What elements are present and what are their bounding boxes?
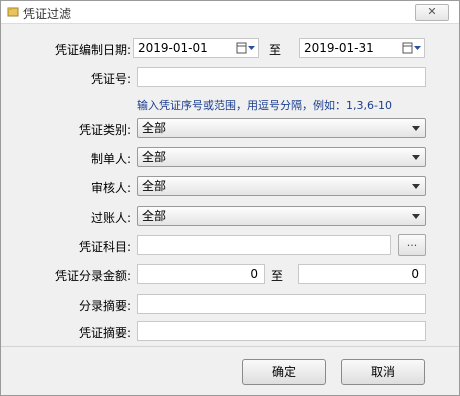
amount-to-input[interactable]: 0 [298,264,426,284]
reviewer-select[interactable]: 全部 [137,176,426,196]
chevron-down-icon [412,155,420,160]
calendar-dropdown-icon[interactable] [236,41,256,55]
voucher-type-label: 凭证类别: [78,123,131,137]
title-bar: 凭证过滤 ✕ [1,1,459,24]
date-from-field[interactable]: 2019-01-01 [133,38,259,58]
close-button[interactable]: ✕ [415,4,449,21]
voucher-no-input[interactable] [137,67,426,87]
chevron-down-icon [412,214,420,219]
ellipsis-icon: ... [406,236,418,249]
voucher-no-label: 凭证号: [90,72,131,86]
date-range-label: 凭证编制日期: [54,43,131,57]
chevron-down-icon [412,184,420,189]
poster-label: 过账人: [90,211,131,225]
close-icon: ✕ [427,5,437,18]
filter-dialog: 凭证过滤 ✕ 凭证编制日期: 2019-01-01 至 2019-01-31 凭… [0,0,460,396]
dialog-title: 凭证过滤 [23,7,72,21]
voucher-summary-input[interactable] [137,321,426,341]
reviewer-value: 全部 [142,179,167,193]
date-from-value: 2019-01-01 [138,41,208,55]
chevron-down-icon [412,126,420,131]
amount-to-value: 0 [411,267,419,281]
reviewer-label: 审核人: [90,181,131,195]
subject-label: 凭证科目: [78,240,131,254]
entry-summary-input[interactable] [137,294,426,314]
date-to-value: 2019-01-31 [304,41,374,55]
amount-range-label: 凭证分录金额: [54,269,131,283]
cancel-button[interactable]: 取消 [341,359,425,385]
amount-from-value: 0 [250,267,258,281]
entry-summary-label: 分录摘要: [78,299,131,313]
amount-to-label: 至 [271,269,284,283]
preparer-label: 制单人: [90,152,131,166]
ok-button[interactable]: 确定 [242,359,326,385]
amount-from-input[interactable]: 0 [137,264,265,284]
app-icon [7,7,19,17]
voucher-type-value: 全部 [142,121,167,135]
calendar-dropdown-icon[interactable] [402,41,422,55]
subject-browse-button[interactable]: ... [398,234,426,256]
voucher-summary-label: 凭证摘要: [78,326,131,340]
preparer-select[interactable]: 全部 [137,147,426,167]
poster-value: 全部 [142,209,167,223]
poster-select[interactable]: 全部 [137,206,426,226]
date-to-label: 至 [269,43,282,57]
preparer-value: 全部 [142,150,167,164]
voucher-no-hint: 输入凭证序号或范围，用逗号分隔，例如：1,3,6-10 [137,99,392,112]
voucher-type-select[interactable]: 全部 [137,118,426,138]
subject-input[interactable] [137,235,391,255]
date-to-field[interactable]: 2019-01-31 [299,38,425,58]
